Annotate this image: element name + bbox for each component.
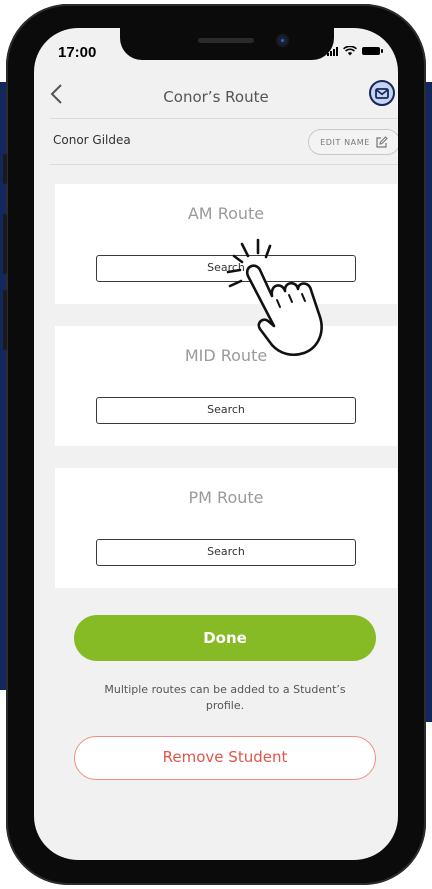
student-name: Conor Gildea: [53, 133, 131, 147]
edit-icon: [376, 135, 388, 148]
battery-icon: [362, 47, 383, 55]
tap-hand-icon: [226, 238, 323, 357]
divider: [50, 118, 398, 119]
wifi-icon: [343, 46, 357, 56]
status-time: 17:00: [58, 44, 97, 61]
phone-button: [3, 214, 7, 274]
app-screen: 17:00 Conor’s Route Conor Gildea EDIT NA…: [34, 28, 398, 860]
mail-button[interactable]: [369, 80, 395, 106]
student-name-bar: Conor Gildea EDIT NAME: [34, 120, 398, 164]
remove-student-button[interactable]: Remove Student: [74, 736, 376, 780]
signal-icon: [327, 46, 338, 56]
pm-route-search-button[interactable]: Search: [96, 539, 356, 566]
done-button[interactable]: Done: [74, 615, 376, 661]
mid-route-search-button[interactable]: Search: [96, 397, 356, 424]
front-camera: [278, 36, 287, 45]
screen-notch: [120, 28, 334, 60]
phone-button: [3, 290, 7, 350]
nav-bar: Conor’s Route: [34, 74, 398, 118]
edit-name-button[interactable]: EDIT NAME: [308, 129, 398, 155]
am-route-title: AM Route: [187, 204, 265, 223]
pm-route-card: PM Route Search: [55, 468, 397, 588]
speaker-grille: [198, 38, 254, 43]
divider: [50, 164, 398, 165]
edit-name-label: EDIT NAME: [320, 137, 370, 147]
phone-button: [3, 154, 7, 184]
multiple-routes-info: Multiple routes can be added to a Studen…: [104, 683, 346, 712]
status-icons: [327, 46, 383, 56]
phone-frame: 17:00 Conor’s Route Conor Gildea EDIT NA…: [3, 4, 426, 885]
page-title: Conor’s Route: [163, 88, 269, 106]
mail-icon: [375, 87, 389, 99]
status-bar: 17:00: [34, 28, 398, 74]
pm-route-title: PM Route: [188, 488, 264, 507]
